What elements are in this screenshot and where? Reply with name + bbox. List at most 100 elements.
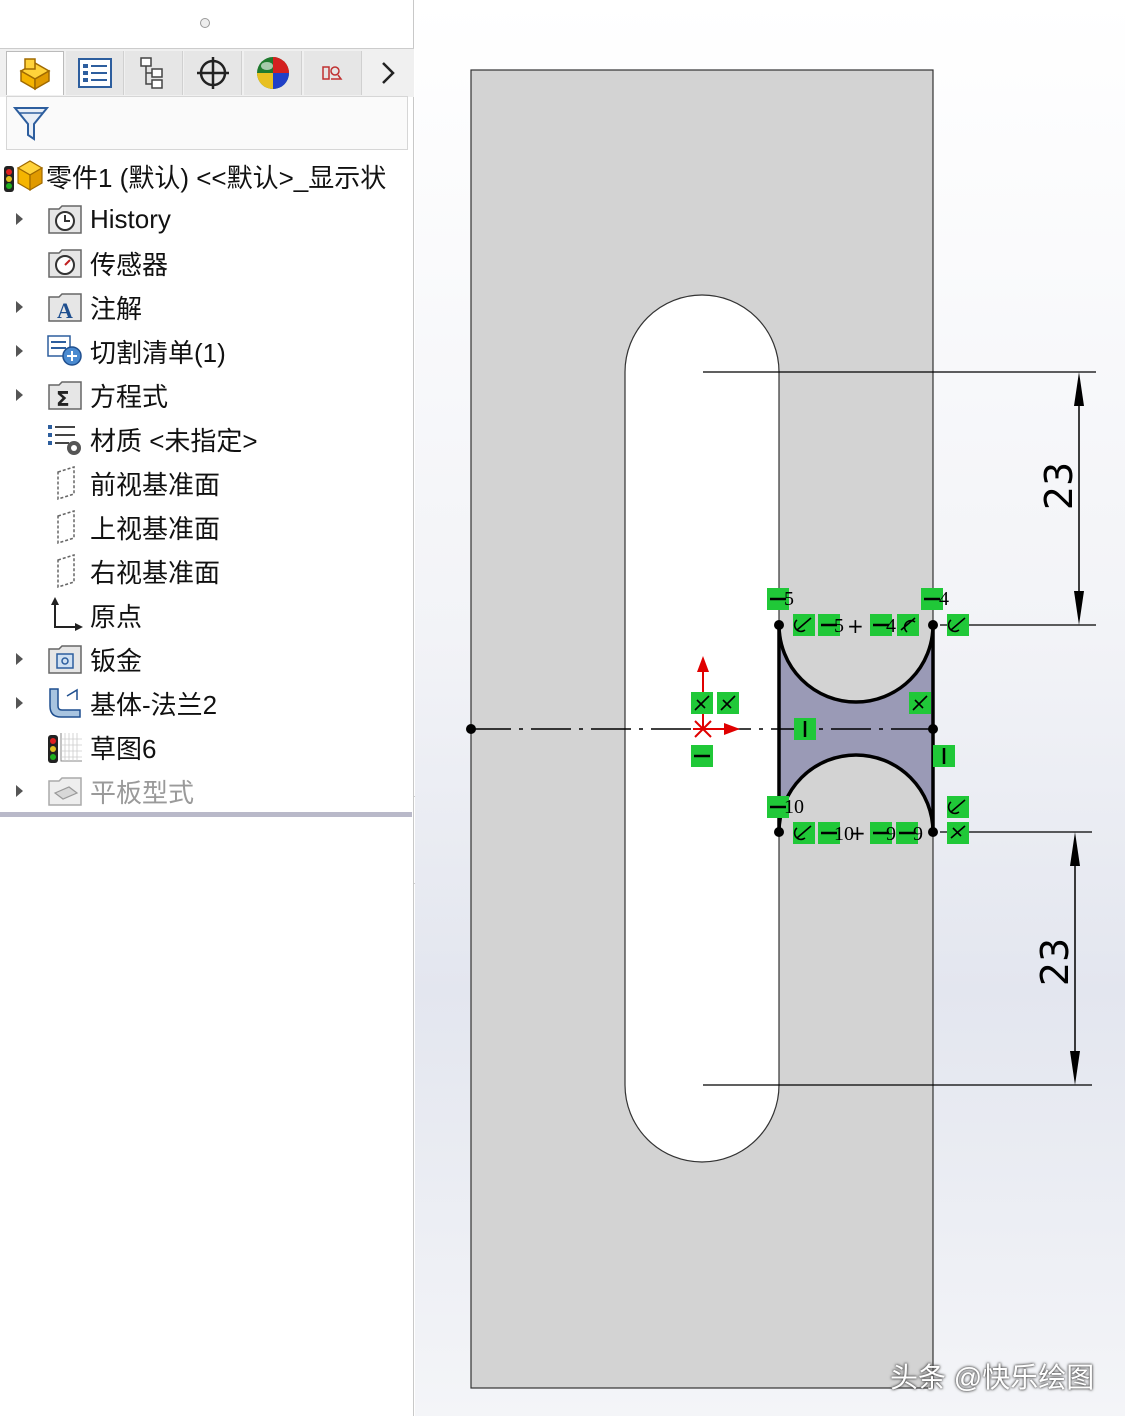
tree-item-label: 材质 <未指定> — [90, 425, 258, 456]
history-icon — [46, 201, 84, 237]
dimension-upper-value[interactable]: 23 — [1037, 462, 1081, 510]
property-manager-tab[interactable] — [66, 51, 124, 95]
part-root-icon — [4, 160, 44, 192]
tree-root-label: 零件1 (默认) <<默认>_显示状 — [46, 162, 387, 193]
sketch-point[interactable] — [928, 827, 938, 837]
tree-item-sketch6[interactable]: 草图6 — [0, 725, 414, 769]
relation-badge-horizontal[interactable] — [691, 745, 713, 767]
relation-badge-tangent[interactable] — [947, 822, 969, 844]
tree-item-label: 右视基准面 — [90, 557, 221, 588]
relation-badge-vertical[interactable] — [933, 745, 955, 767]
tree-item-annotations[interactable]: A 注解 — [0, 285, 414, 329]
origin-icon — [46, 597, 84, 633]
tree-root-part[interactable]: 零件1 (默认) <<默认>_显示状 — [0, 154, 414, 198]
relation-label: 4 — [939, 588, 949, 610]
dimension-lower-value[interactable]: 23 — [1033, 938, 1077, 986]
tree-item-front-plane[interactable]: 前视基准面 — [0, 461, 414, 505]
tree-item-label: 钣金 — [90, 645, 143, 676]
relation-badge-tangent[interactable] — [909, 692, 931, 714]
plane-icon — [46, 553, 84, 589]
tree-item-cut-list[interactable]: 切割清单(1) — [0, 329, 414, 373]
relation-badge-tangent[interactable] — [897, 614, 919, 636]
sensor-icon — [46, 245, 84, 281]
dimension-arrow-icon — [1074, 372, 1084, 406]
sketch-canvas[interactable]: + + 23 23 5 4 5 4 10 10 9 9 — [415, 0, 1125, 1416]
panel-splitter[interactable] — [0, 812, 412, 817]
relation-badge-tangent[interactable] — [717, 692, 739, 714]
expand-arrow-icon[interactable] — [16, 653, 23, 665]
tree-item-history[interactable]: History — [0, 197, 414, 241]
dimension-arrow-icon — [1070, 1051, 1080, 1085]
tree-item-equations[interactable]: Σ 方程式 — [0, 373, 414, 417]
tree-item-origin[interactable]: 原点 — [0, 593, 414, 637]
tree-item-label: 基体-法兰2 — [90, 689, 218, 720]
annotation-icon: A — [46, 289, 84, 325]
sketch-point[interactable] — [774, 827, 784, 837]
tree-item-label: 草图6 — [90, 733, 157, 764]
dimension-arrow-icon — [1070, 832, 1080, 866]
arc-center-mark: + — [847, 614, 864, 638]
feature-manager-icon — [19, 57, 51, 90]
equation-icon: Σ — [46, 377, 84, 413]
expand-arrow-icon[interactable] — [16, 697, 23, 709]
tree-item-material[interactable]: 材质 <未指定> — [0, 417, 414, 461]
feature-manager-tab[interactable] — [6, 51, 64, 95]
watermark-text: 头条 @快乐绘图 — [890, 1362, 1095, 1393]
graphics-area[interactable]: + + 23 23 5 4 5 4 10 10 9 9 — [415, 0, 1125, 1416]
crosshair-icon — [196, 57, 229, 89]
relation-badge-tangent[interactable] — [947, 614, 969, 636]
centerline-endpoint[interactable] — [928, 724, 938, 734]
sheet-metal-icon — [46, 641, 84, 677]
relation-badge-vertical[interactable] — [794, 718, 816, 740]
relation-label: 10 — [834, 823, 854, 845]
material-icon — [46, 421, 84, 457]
cut-list-icon — [46, 333, 84, 369]
expand-arrow-icon[interactable] — [16, 345, 23, 357]
relation-badge-tangent[interactable] — [691, 692, 713, 714]
tree-item-label: 传感器 — [90, 249, 169, 280]
relation-badge-tangent[interactable] — [793, 822, 815, 844]
expand-arrow-icon[interactable] — [16, 213, 23, 225]
expand-arrow-icon[interactable] — [16, 785, 23, 797]
tree-filter-box[interactable] — [6, 96, 408, 150]
cam-tab[interactable] — [304, 51, 362, 95]
panel-grip-handle[interactable] — [200, 18, 210, 28]
manager-tab-bar — [0, 48, 414, 97]
tree-item-sheet-metal[interactable]: 钣金 — [0, 637, 414, 681]
tree-item-base-flange[interactable]: 基体-法兰2 — [0, 681, 414, 725]
filter-icon — [13, 107, 49, 141]
sketch-icon — [46, 729, 84, 765]
tree-item-flat-pattern[interactable]: 平板型式 — [0, 769, 414, 813]
relation-label: 5 — [784, 588, 794, 610]
svg-text:Σ: Σ — [56, 387, 70, 411]
tree-item-sensors[interactable]: 传感器 — [0, 241, 414, 285]
tree-item-right-plane[interactable]: 右视基准面 — [0, 549, 414, 593]
plane-icon — [46, 465, 84, 501]
sketch-point[interactable] — [774, 620, 784, 630]
relation-badge-tangent[interactable] — [793, 614, 815, 636]
plane-icon — [46, 509, 84, 545]
tree-item-label: 切割清单(1) — [90, 337, 226, 368]
dimxpert-tab[interactable] — [184, 51, 242, 95]
expand-arrow-icon[interactable] — [16, 389, 23, 401]
sketch-point[interactable] — [928, 620, 938, 630]
tree-item-label: 前视基准面 — [90, 469, 221, 500]
tree-item-label: 注解 — [90, 293, 143, 324]
display-manager-tab[interactable] — [244, 51, 302, 95]
dimension-arrow-icon — [1074, 591, 1084, 625]
relation-label: 9 — [913, 823, 923, 845]
expand-arrow-icon[interactable] — [16, 301, 23, 313]
property-list-icon — [77, 58, 112, 88]
centerline-endpoint[interactable] — [466, 724, 476, 734]
base-flange-icon — [46, 685, 84, 721]
appearance-sphere-icon — [256, 57, 289, 89]
configuration-manager-tab[interactable] — [125, 51, 183, 95]
svg-text:A: A — [57, 298, 73, 323]
tree-item-top-plane[interactable]: 上视基准面 — [0, 505, 414, 549]
cam-icon — [321, 66, 342, 80]
tree-item-label: History — [90, 203, 171, 234]
chevron-right-icon — [382, 62, 395, 84]
more-tabs-chevron[interactable] — [363, 51, 413, 95]
tree-item-label: 平板型式 — [90, 777, 195, 808]
relation-badge-tangent[interactable] — [947, 796, 969, 818]
